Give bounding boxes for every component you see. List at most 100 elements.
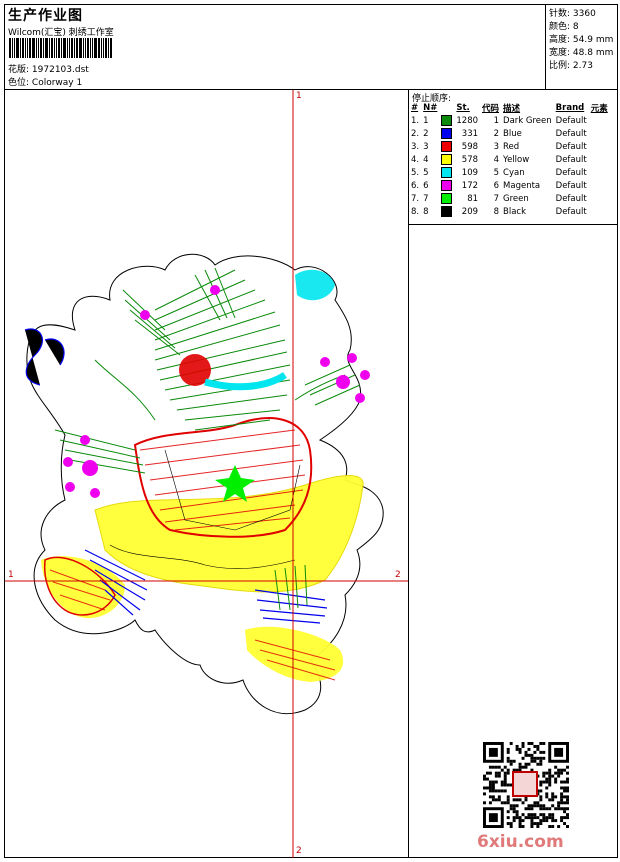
qr-module: [548, 783, 552, 787]
qr-module: [560, 786, 564, 790]
table-row[interactable]: 8. 8 209 8 Black Default: [409, 205, 610, 218]
qr-module: [566, 786, 569, 790]
color-code: 1: [493, 115, 500, 126]
barcode-bar: [71, 38, 73, 58]
barcode-bar: [14, 38, 15, 58]
table-row[interactable]: 6. 6 172 6 Magenta Default: [409, 179, 610, 192]
qr-module: [542, 756, 546, 760]
qr-finder: [554, 747, 564, 757]
qr-module: [527, 816, 531, 820]
qr-module: [491, 795, 495, 799]
qr-module: [548, 825, 552, 828]
qr-module: [554, 795, 558, 799]
barcode-bar: [92, 38, 93, 58]
barcode-bar: [12, 38, 13, 58]
qr-module: [542, 771, 546, 775]
qr-module: [512, 798, 516, 802]
qr-module: [491, 765, 495, 769]
table-row[interactable]: 4. 4 578 4 Yellow Default: [409, 153, 610, 166]
qr-finder: [488, 813, 498, 823]
qr-module: [551, 774, 555, 778]
table-row[interactable]: 2. 2 331 2 Blue Default: [409, 127, 610, 140]
color-code: 7: [493, 193, 500, 204]
qr-module: [509, 807, 513, 811]
qr-module: [539, 819, 543, 823]
qr-module: [491, 786, 495, 790]
qr-module: [539, 798, 543, 802]
qr-module: [551, 792, 555, 796]
barcode-bar: [16, 38, 19, 58]
qr-module: [518, 825, 522, 828]
qr-module: [506, 795, 510, 799]
design-canvas[interactable]: 1 2 1 2: [5, 90, 409, 858]
qr-module: [566, 789, 569, 793]
qr-module: [542, 813, 546, 817]
table-row[interactable]: 5. 5 109 5 Cyan Default: [409, 166, 610, 179]
stat-label: 比例:: [549, 61, 571, 71]
thread-brand: Default: [555, 180, 587, 191]
header-info: 生产作业图 Wilcom(汇宝) 刺绣工作室 花版: 1972103.dst 色…: [5, 5, 546, 89]
qr-module: [548, 777, 552, 781]
barcode-bar: [67, 38, 68, 58]
element-cell: [589, 140, 610, 153]
table-row[interactable]: 3. 3 598 3 Red Default: [409, 140, 610, 153]
qr-module: [488, 765, 492, 769]
stop-number: 1.: [411, 115, 420, 126]
qr-module: [500, 768, 504, 772]
axis-label-left: 1: [8, 570, 14, 580]
element-cell: [589, 153, 610, 166]
barcode-bar: [56, 38, 57, 58]
qr-module: [530, 825, 534, 828]
barcode-bar: [98, 38, 100, 58]
qr-module: [503, 777, 507, 781]
qr-module: [506, 816, 510, 820]
stat-value: 8: [572, 22, 579, 32]
qr-module: [521, 819, 525, 823]
barcode-bar: [87, 38, 89, 58]
qr-module: [566, 798, 569, 802]
qr-module: [533, 759, 537, 763]
barcode-bar: [38, 38, 39, 58]
qr-module: [506, 747, 510, 751]
stitch-count: 109: [461, 167, 479, 178]
magenta-flowers: [63, 285, 370, 498]
table-row[interactable]: 7. 7 81 7 Green Default: [409, 192, 610, 205]
qr-module: [536, 822, 540, 826]
qr-module: [545, 771, 549, 775]
qr-module: [545, 792, 549, 796]
qr-module: [503, 801, 507, 805]
qr-module: [527, 742, 531, 745]
qr-module: [527, 807, 531, 811]
barcode-bar: [83, 38, 84, 58]
qr-module: [557, 804, 561, 808]
qr-module: [536, 804, 540, 808]
qr-module: [512, 819, 516, 823]
color-code: 5: [493, 167, 500, 178]
worksheet-frame: 生产作业图 Wilcom(汇宝) 刺绣工作室 花版: 1972103.dst 色…: [4, 4, 618, 858]
pattern-label: 花版:: [8, 65, 30, 75]
qr-module: [530, 822, 534, 826]
stop-number: 6.: [411, 180, 420, 191]
barcode-bar: [29, 38, 31, 58]
barcode-bar: [79, 38, 82, 58]
thread-brand: Default: [555, 128, 587, 139]
qr-module: [491, 780, 495, 784]
qr-module: [491, 798, 495, 802]
qr-module: [512, 816, 516, 820]
qr-module: [515, 813, 519, 817]
needle-number: 7: [423, 193, 429, 204]
stitch-count: 81: [467, 193, 479, 204]
qr-module: [533, 801, 537, 805]
qr-module: [488, 789, 492, 793]
table-row[interactable]: 1. 1 1280 1 Dark Green Default: [409, 114, 610, 127]
qr-module: [506, 756, 510, 760]
barcode-bar: [63, 38, 66, 58]
qr-module: [536, 756, 540, 760]
qr-module: [497, 765, 501, 769]
qr-module: [539, 804, 543, 808]
barcode-bar: [25, 38, 26, 58]
stitch-count: 598: [461, 141, 479, 152]
qr-module: [563, 789, 567, 793]
qr-module: [539, 780, 543, 784]
qr-module: [494, 765, 498, 769]
